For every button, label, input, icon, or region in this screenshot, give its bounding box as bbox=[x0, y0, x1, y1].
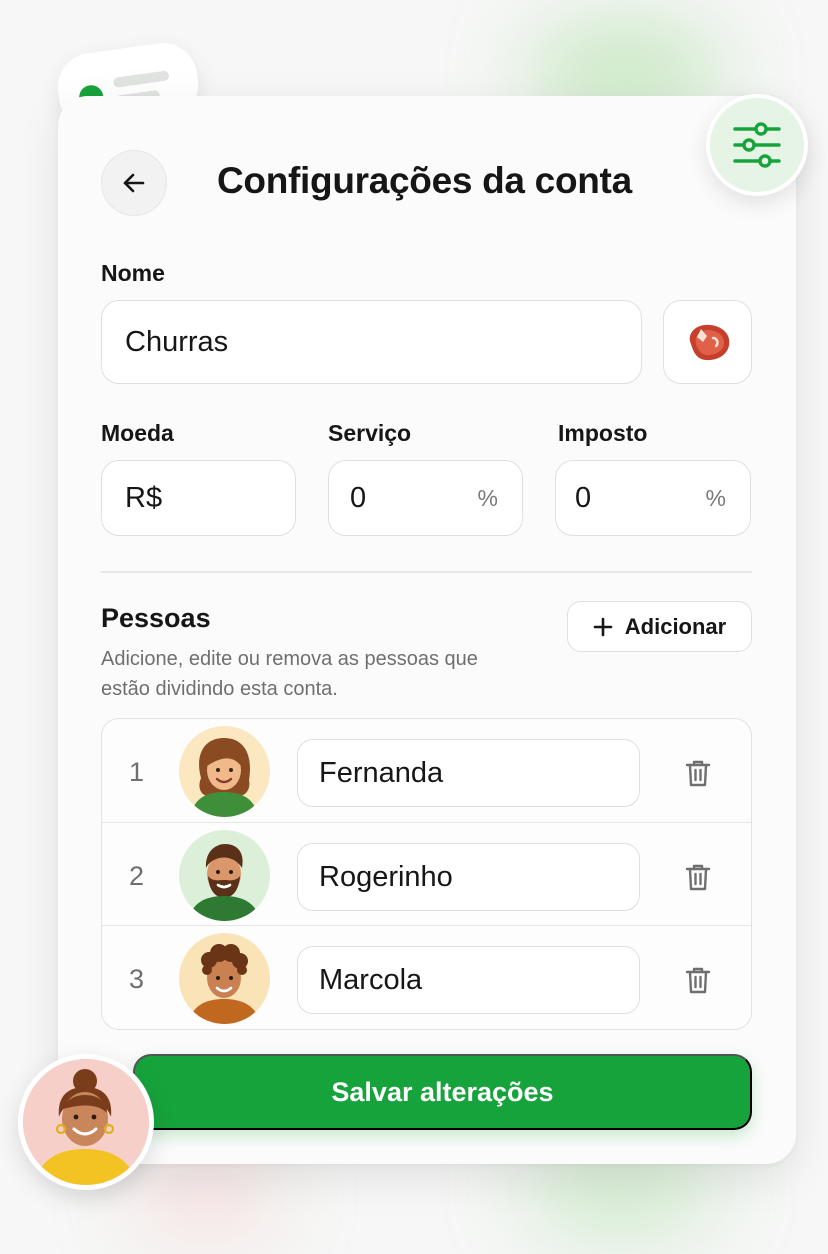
name-input[interactable]: Churras bbox=[101, 300, 642, 384]
person-name-input[interactable]: Fernanda bbox=[297, 739, 640, 807]
user-avatar bbox=[18, 1054, 154, 1190]
service-label: Serviço bbox=[328, 420, 412, 446]
people-section-title: Pessoas bbox=[101, 603, 211, 633]
person-number: 1 bbox=[129, 757, 145, 787]
page-title: Configurações da conta bbox=[217, 160, 632, 201]
add-person-button[interactable]: Adicionar bbox=[567, 601, 752, 652]
tax-value: 0 bbox=[575, 481, 592, 514]
tax-label: Imposto bbox=[558, 420, 648, 446]
arrow-left-icon bbox=[123, 173, 145, 193]
sliders-icon bbox=[733, 122, 781, 168]
steak-icon bbox=[689, 324, 729, 361]
person-row: 2 Rogerinho bbox=[102, 822, 751, 925]
currency-select[interactable]: R$ bbox=[101, 460, 296, 536]
placeholder-bar bbox=[112, 70, 170, 88]
plus-icon bbox=[593, 617, 613, 636]
person-avatar bbox=[179, 933, 270, 1024]
people-section-description: Adicione, edite ou remova as pessoas que… bbox=[101, 648, 478, 700]
person-name-input[interactable]: Marcola bbox=[297, 946, 640, 1014]
settings-badge[interactable] bbox=[706, 94, 808, 196]
trash-icon[interactable] bbox=[684, 862, 712, 892]
save-changes-button[interactable]: Salvar alterações bbox=[133, 1054, 752, 1130]
service-value: 0 bbox=[350, 481, 367, 514]
percent-unit: % bbox=[477, 484, 498, 511]
tax-input[interactable]: 0 % bbox=[555, 460, 751, 536]
person-avatar bbox=[179, 726, 270, 817]
name-label: Nome bbox=[101, 260, 165, 286]
back-button[interactable] bbox=[101, 150, 167, 216]
person-row: 1 Fernanda bbox=[102, 719, 751, 822]
person-avatar bbox=[179, 830, 270, 921]
trash-icon[interactable] bbox=[684, 965, 712, 995]
percent-unit: % bbox=[705, 484, 726, 511]
add-person-label: Adicionar bbox=[624, 613, 727, 639]
currency-value: R$ bbox=[125, 481, 163, 514]
section-divider bbox=[101, 571, 752, 573]
trash-icon[interactable] bbox=[684, 758, 712, 788]
people-list: 1 Fernanda 2 Rogerinho 3 Marcola bbox=[101, 718, 752, 1030]
service-input[interactable]: 0 % bbox=[328, 460, 523, 536]
person-name-input[interactable]: Rogerinho bbox=[297, 843, 640, 911]
name-value: Churras bbox=[125, 325, 229, 358]
currency-label: Moeda bbox=[101, 420, 174, 446]
person-row: 3 Marcola bbox=[102, 925, 751, 1028]
person-number: 2 bbox=[129, 861, 145, 891]
emoji-picker-button[interactable] bbox=[663, 300, 752, 384]
person-number: 3 bbox=[129, 964, 145, 994]
